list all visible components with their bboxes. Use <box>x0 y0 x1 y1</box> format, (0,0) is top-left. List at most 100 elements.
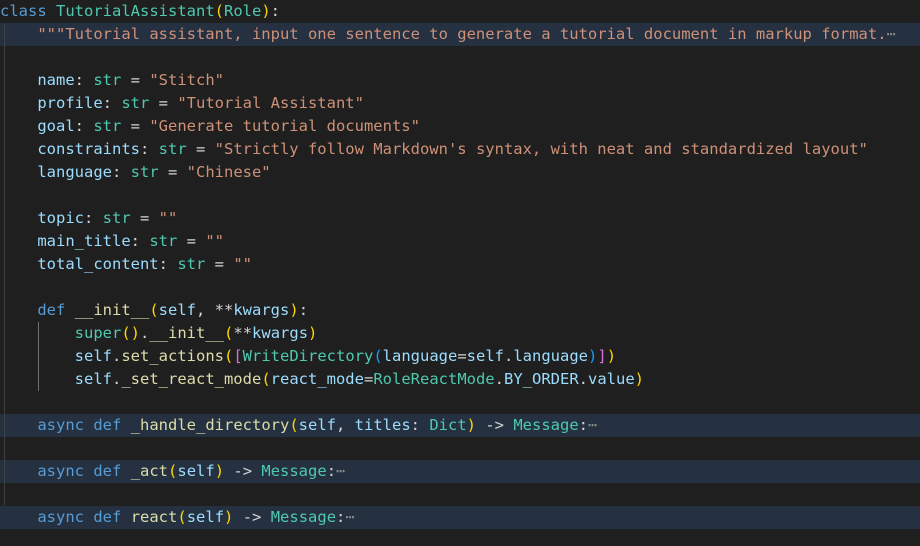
paren-open: ( <box>177 508 187 526</box>
return-type: Message <box>513 416 579 434</box>
attr-value: "Stitch" <box>149 71 224 89</box>
line-class-def[interactable]: class TutorialAssistant(Role): <box>0 0 920 23</box>
equals-sign: = <box>363 370 374 388</box>
param-self: self <box>158 301 196 319</box>
paren-open: ( <box>224 324 234 342</box>
arrow: -> <box>233 508 271 526</box>
paren-open: ( <box>289 416 299 434</box>
param-self: self <box>177 462 215 480</box>
paren-open-l1: ( <box>261 370 271 388</box>
keyword-def: def <box>93 416 122 434</box>
self-ref: self <box>466 347 504 365</box>
fold-ellipsis-icon[interactable]: ⋯ <box>336 462 345 480</box>
fold-ellipsis-icon[interactable]: ⋯ <box>345 508 354 526</box>
line-attr-topic[interactable]: topic: str = "" <box>0 207 920 230</box>
colon: : <box>74 71 94 89</box>
line-blank-4 <box>0 391 920 414</box>
colon: : <box>84 209 103 227</box>
class-name: TutorialAssistant <box>56 2 215 20</box>
line-attr-total-content[interactable]: total_content: str = "" <box>0 253 920 276</box>
dot: . <box>111 347 122 365</box>
bracket-close-l2: ] <box>597 347 607 365</box>
keyword-def: def <box>93 462 122 480</box>
class-write-directory: WriteDirectory <box>242 347 374 365</box>
line-attr-main-title[interactable]: main_title: str = "" <box>0 230 920 253</box>
attr-value: "" <box>233 255 252 273</box>
enum-role-react-mode: RoleReactMode <box>373 370 495 388</box>
code-editor[interactable]: """ class TutorialAssistant(Role): """Tu… <box>0 0 920 546</box>
line-attr-language[interactable]: language: str = "Chinese" <box>0 161 920 184</box>
arrow: -> <box>224 462 262 480</box>
attr-value: "Strictly follow Markdown's syntax, with… <box>214 140 868 158</box>
paren-open: ( <box>168 462 178 480</box>
function-name: react <box>130 508 178 526</box>
param-titles: titles <box>354 416 411 434</box>
line-method-act[interactable]: async def _act(self) -> Message:⋯ <box>0 460 920 483</box>
attr-name: language <box>37 163 112 181</box>
paren-close-l3: ) <box>588 347 598 365</box>
colon: : <box>111 163 131 181</box>
dot: . <box>140 324 150 342</box>
paren-open: ( <box>121 324 131 342</box>
param-self: self <box>298 416 336 434</box>
equals: = <box>121 117 150 135</box>
dot: . <box>111 370 122 388</box>
paren-close: ) <box>261 2 271 20</box>
kwarg-language: language <box>382 347 458 365</box>
line-attr-profile[interactable]: profile: str = "Tutorial Assistant" <box>0 92 920 115</box>
attr-value-ref: value <box>588 370 635 388</box>
line-method-react[interactable]: async def react(self) -> Message:⋯ <box>0 506 920 529</box>
param-kwargs: kwargs <box>233 301 290 319</box>
line-init-super[interactable]: super().__init__(**kwargs) <box>0 322 920 345</box>
docstring-text: Tutorial assistant, input one sentence t… <box>65 25 887 43</box>
code-lines: class TutorialAssistant(Role): """Tutori… <box>0 0 920 529</box>
line-attr-constraints[interactable]: constraints: str = "Strictly follow Mark… <box>0 138 920 161</box>
line-init-set-actions[interactable]: self.set_actions([WriteDirectory(languag… <box>0 345 920 368</box>
colon: : <box>139 140 159 158</box>
attr-value: "" <box>158 209 178 227</box>
dot: . <box>504 347 514 365</box>
colon: : <box>74 117 94 135</box>
colon: : <box>410 416 430 434</box>
line-attr-goal[interactable]: goal: str = "Generate tutorial documents… <box>0 115 920 138</box>
type-dict: Dict <box>429 416 467 434</box>
line-method-handle-directory[interactable]: async def _handle_directory(self, titles… <box>0 414 920 437</box>
attr-name: total_content <box>37 255 159 273</box>
attr-type: str <box>177 255 206 273</box>
line-init-def[interactable]: def __init__(self, **kwargs): <box>0 299 920 322</box>
attr-type: str <box>121 94 150 112</box>
comma: , <box>196 301 215 319</box>
attr-name: goal <box>37 117 75 135</box>
base-class-name: Role <box>224 2 262 20</box>
paren-open: ( <box>149 301 159 319</box>
attr-name: topic <box>37 209 84 227</box>
fold-ellipsis-icon[interactable]: ⋯ <box>887 25 896 43</box>
enum-member-by-order: BY_ORDER <box>504 370 579 388</box>
call-set-react-mode: _set_react_mode <box>121 370 262 388</box>
paren-close: ) <box>130 324 141 342</box>
line-attr-name[interactable]: name: str = "Stitch" <box>0 69 920 92</box>
dot: . <box>578 370 588 388</box>
line-init-set-react-mode[interactable]: self._set_react_mode(react_mode=RoleReac… <box>0 368 920 391</box>
keyword-async: async <box>37 508 84 526</box>
attr-value: "Chinese" <box>186 163 271 181</box>
paren-open-l3: ( <box>373 347 383 365</box>
equals: = <box>149 94 178 112</box>
paren-open: ( <box>214 2 224 20</box>
fold-ellipsis-icon[interactable]: ⋯ <box>588 416 597 434</box>
line-docstring[interactable]: """Tutorial assistant, input one sentenc… <box>0 23 920 46</box>
attr-name: profile <box>37 94 103 112</box>
keyword-def: def <box>93 508 122 526</box>
attr-type: str <box>102 209 131 227</box>
line-blank-2 <box>0 184 920 207</box>
line-blank-6 <box>0 483 920 506</box>
